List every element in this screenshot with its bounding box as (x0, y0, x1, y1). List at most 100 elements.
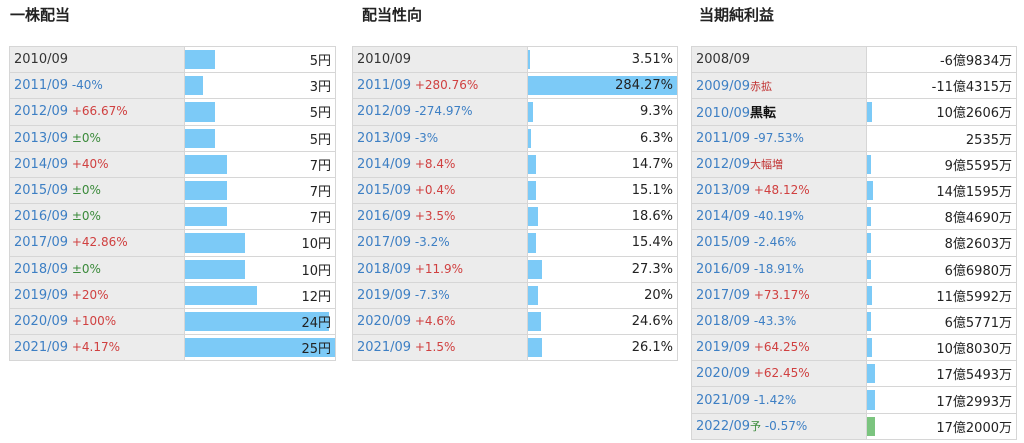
value-bar (185, 154, 227, 174)
value-bar (185, 76, 203, 96)
change-percent: -18.91% (750, 261, 804, 276)
year-cell: 2016/09 -18.91% (691, 255, 867, 283)
table-row: 2010/09 3.51% (352, 45, 678, 74)
year-link[interactable]: 2014/09 (14, 157, 68, 172)
table-row: 2014/09 +40% 7円 (9, 150, 336, 178)
year-cell: 2020/09 +100% (9, 307, 185, 336)
bar-cell: 10円 (184, 229, 336, 257)
year-cell: 2022/09予 -0.57% (691, 412, 867, 440)
change-percent: ±0% (68, 261, 101, 276)
year-link[interactable]: 2014/09 (357, 157, 411, 172)
year-cell: 2019/09 +20% (9, 281, 185, 309)
year-cell: 2013/09 +48.12% (691, 176, 867, 205)
value-text: -11億4315万 (931, 80, 1012, 96)
year-cell: 2009/09赤拡 (691, 72, 867, 100)
value-text: 17億5493万 (936, 368, 1012, 384)
year-link[interactable]: 2015/09 (696, 235, 750, 250)
year-link[interactable]: 2013/09 (696, 183, 750, 198)
table-row: 2020/09 +4.6% 24.6% (352, 307, 678, 336)
value-text: -6億9834万 (939, 54, 1012, 70)
year-link[interactable]: 2011/09 (14, 78, 68, 93)
year-link[interactable]: 2016/09 (696, 262, 750, 277)
year-link[interactable]: 2016/09 (357, 209, 411, 224)
bar-cell: 7円 (184, 176, 336, 205)
year-link[interactable]: 2021/09 (696, 393, 750, 408)
year-link[interactable]: 2021/09 (14, 340, 68, 355)
table-row: 2011/09 -97.53% 2535万 (691, 124, 1017, 152)
year-link[interactable]: 2018/09 (696, 314, 750, 329)
year-link[interactable]: 2022/09 (696, 419, 750, 434)
table-row: 2015/09 +0.4% 15.1% (352, 176, 678, 205)
value-bar (185, 233, 245, 253)
table-row: 2012/09 -274.97% 9.3% (352, 98, 678, 126)
year-cell: 2021/09 +4.17% (9, 334, 185, 362)
change-percent: +73.17% (750, 287, 810, 302)
change-percent: -43.3% (750, 313, 797, 328)
bar-cell: 25円 (184, 334, 336, 362)
value-cell: 8億4690万 (866, 203, 1017, 231)
table-row: 2014/09 -40.19% 8億4690万 (691, 203, 1017, 231)
year-link[interactable]: 2012/09 (696, 157, 750, 172)
value-bar (528, 259, 542, 279)
value-bar (528, 102, 533, 122)
year-link[interactable]: 2012/09 (14, 104, 68, 119)
value-cell: 17億2993万 (866, 386, 1017, 414)
table-row: 2018/09 -43.3% 6億5771万 (691, 307, 1017, 336)
value-bar (528, 338, 542, 358)
year-link[interactable]: 2017/09 (357, 235, 411, 250)
change-percent: -3.2% (411, 235, 450, 250)
year-link[interactable]: 2020/09 (357, 314, 411, 329)
year-link[interactable]: 2011/09 (696, 131, 750, 146)
change-percent: +1.5% (411, 340, 456, 355)
payout-table: 2010/09 3.51% 2011/09 +280.76% 284.27% 2012/… (352, 45, 678, 362)
year-cell: 2020/09 +4.6% (352, 307, 528, 336)
change-percent: -3% (411, 130, 439, 145)
year-link[interactable]: 2014/09 (696, 209, 750, 224)
value-text: 9億5595万 (944, 158, 1012, 174)
value-cell: 10億8030万 (866, 334, 1017, 362)
year-link[interactable]: 2019/09 (357, 288, 411, 303)
year-link[interactable]: 2017/09 (14, 235, 68, 250)
change-note: 大幅増 (750, 158, 784, 172)
value-bar (867, 207, 871, 227)
year-link[interactable]: 2012/09 (357, 104, 411, 119)
change-percent: -97.53% (750, 130, 804, 145)
table-row: 2009/09赤拡 -11億4315万 (691, 72, 1017, 100)
year-link[interactable]: 2015/09 (14, 183, 68, 198)
year-cell: 2011/09 +280.76% (352, 72, 528, 100)
year-cell: 2013/09 -3% (352, 124, 528, 152)
table-row: 2017/09 +73.17% 11億5992万 (691, 281, 1017, 309)
year-link[interactable]: 2017/09 (696, 288, 750, 303)
year-link[interactable]: 2020/09 (14, 314, 68, 329)
year-link[interactable]: 2019/09 (696, 340, 750, 355)
value-bar (528, 285, 538, 305)
value-bar (185, 285, 257, 305)
year-link[interactable]: 2015/09 (357, 183, 411, 198)
year-link[interactable]: 2010/09 (696, 106, 750, 121)
year-link[interactable]: 2013/09 (357, 131, 411, 146)
dividend-table: 2010/09 5円 2011/09 -40% 3円 2012/09 +66.67% 5円… (9, 45, 336, 362)
year-cell: 2010/09 (352, 45, 528, 74)
year-cell: 2017/09 -3.2% (352, 229, 528, 257)
change-percent: ±0% (68, 209, 101, 224)
year-link[interactable]: 2018/09 (14, 262, 68, 277)
year-cell: 2014/09 +40% (9, 150, 185, 178)
value-bar (867, 364, 875, 384)
bar-cell: 7円 (184, 203, 336, 231)
year-link[interactable]: 2020/09 (696, 366, 750, 381)
table-row: 2018/09 ±0% 10円 (9, 255, 336, 283)
value-bar (867, 154, 871, 174)
value-cell: 10億2606万 (866, 98, 1017, 126)
value-text: 12円 (301, 289, 331, 305)
year-link[interactable]: 2009/09 (696, 79, 750, 94)
year-link[interactable]: 2021/09 (357, 340, 411, 355)
year-link[interactable]: 2018/09 (357, 262, 411, 277)
year-link[interactable]: 2016/09 (14, 209, 68, 224)
value-bar (867, 390, 875, 410)
value-bar (185, 128, 215, 148)
value-text: 6.3% (639, 130, 673, 146)
year-link[interactable]: 2019/09 (14, 288, 68, 303)
change-percent: +48.12% (750, 183, 810, 198)
year-link[interactable]: 2011/09 (357, 78, 411, 93)
year-link[interactable]: 2013/09 (14, 131, 68, 146)
